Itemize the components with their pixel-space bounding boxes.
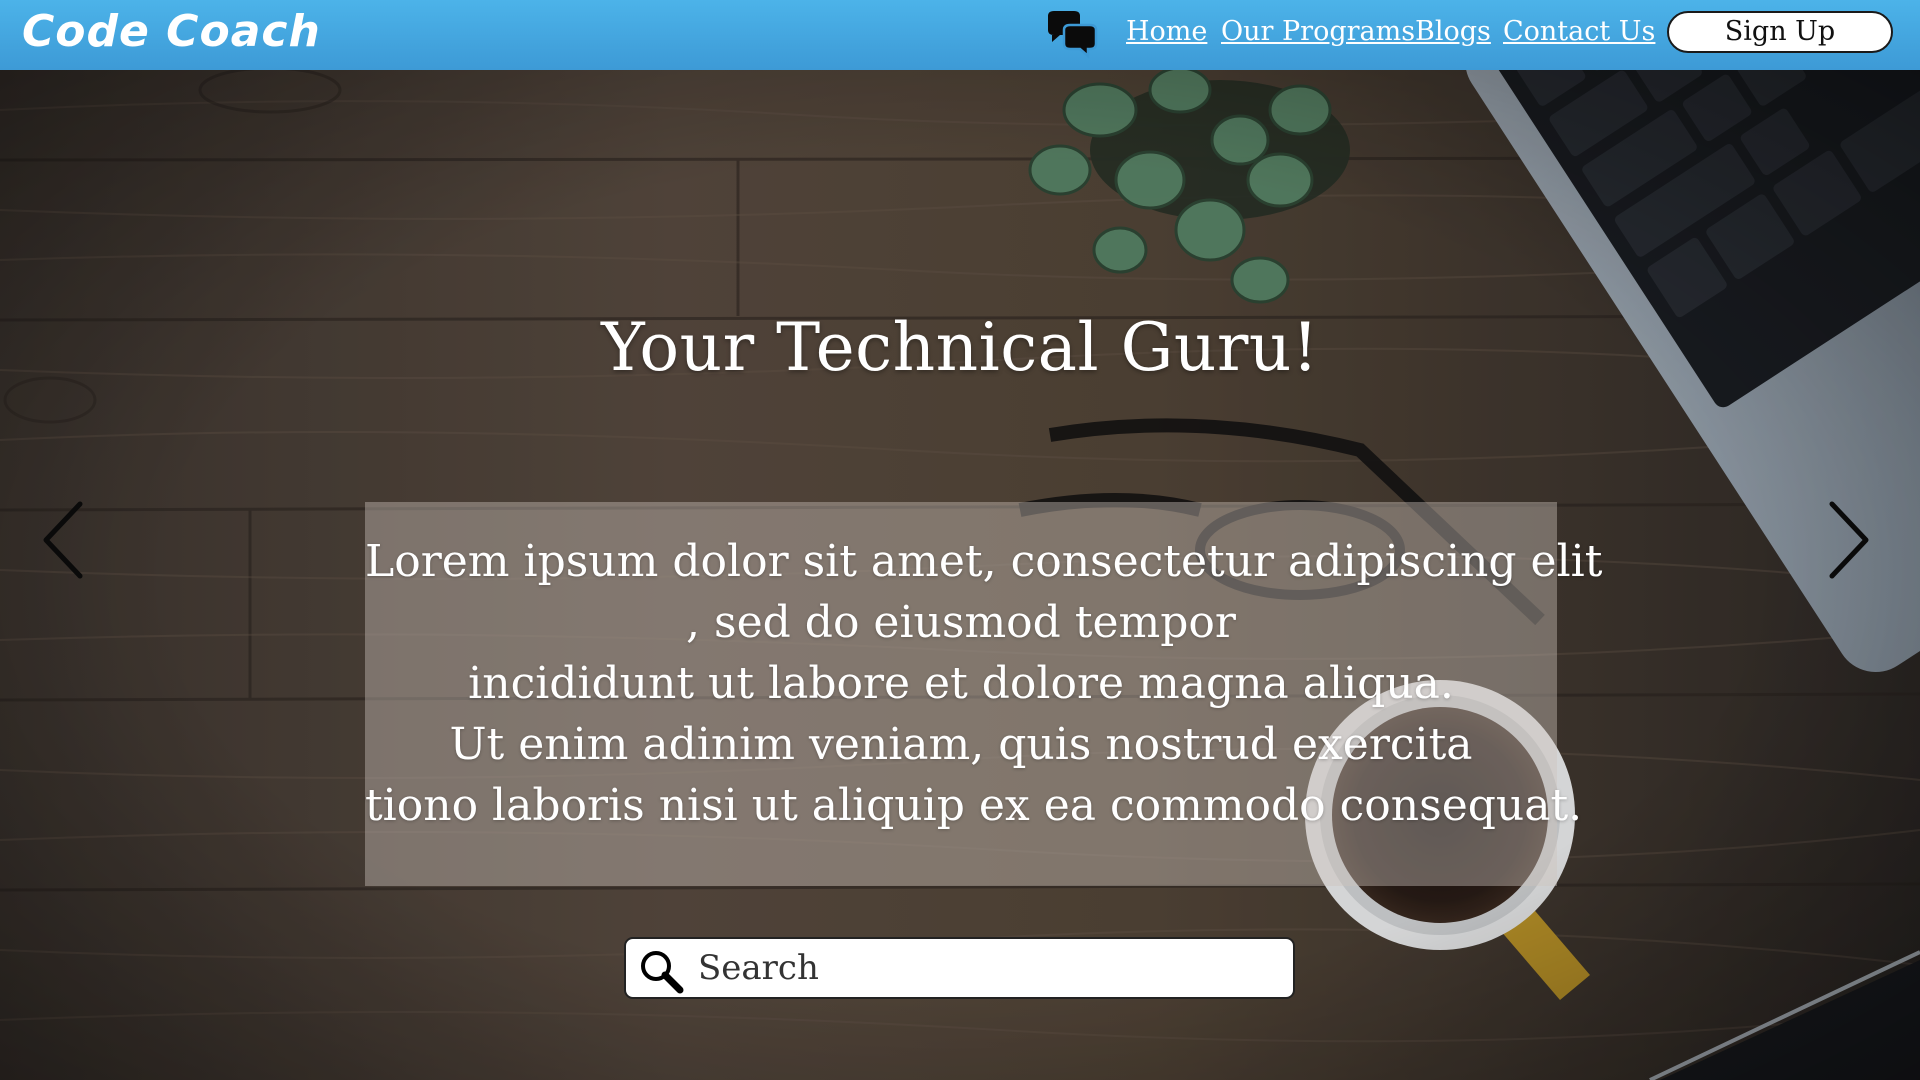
site-logo[interactable]: Code Coach bbox=[22, 4, 321, 60]
description-line: Lorem ipsum dolor sit amet, consectetur … bbox=[365, 536, 1603, 587]
chevron-left-icon[interactable] bbox=[38, 500, 86, 580]
hero-description-box: Lorem ipsum dolor sit amet, consectetur … bbox=[365, 502, 1603, 886]
sign-up-button[interactable]: Sign Up bbox=[1667, 11, 1893, 53]
hero-headline: Your Technical Guru! bbox=[601, 309, 1319, 386]
nav-contact-link[interactable]: Contact Us bbox=[1503, 12, 1655, 52]
chevron-right-icon[interactable] bbox=[1826, 500, 1874, 580]
description-line: tiono laboris nisi ut aliquip ex ea comm… bbox=[365, 780, 1583, 831]
top-nav-bar: Code Coach Home Our Programs Blogs Conta… bbox=[0, 0, 1920, 70]
search-input[interactable] bbox=[698, 945, 1278, 991]
description-line: incididunt ut labore et dolore magna ali… bbox=[468, 658, 1454, 709]
page: Code Coach Home Our Programs Blogs Conta… bbox=[0, 0, 1920, 1080]
nav-blogs-link[interactable]: Blogs bbox=[1415, 12, 1491, 52]
chat-bubbles-icon[interactable] bbox=[1044, 10, 1098, 60]
search-bar[interactable] bbox=[624, 937, 1295, 999]
nav-home-link[interactable]: Home bbox=[1126, 12, 1207, 52]
description-line: , sed do eiusmod tempor bbox=[686, 597, 1236, 648]
nav-programs-link[interactable]: Our Programs bbox=[1221, 12, 1415, 52]
description-line: Ut enim adinim veniam, quis nostrud exer… bbox=[449, 719, 1473, 770]
search-icon[interactable] bbox=[638, 948, 684, 994]
